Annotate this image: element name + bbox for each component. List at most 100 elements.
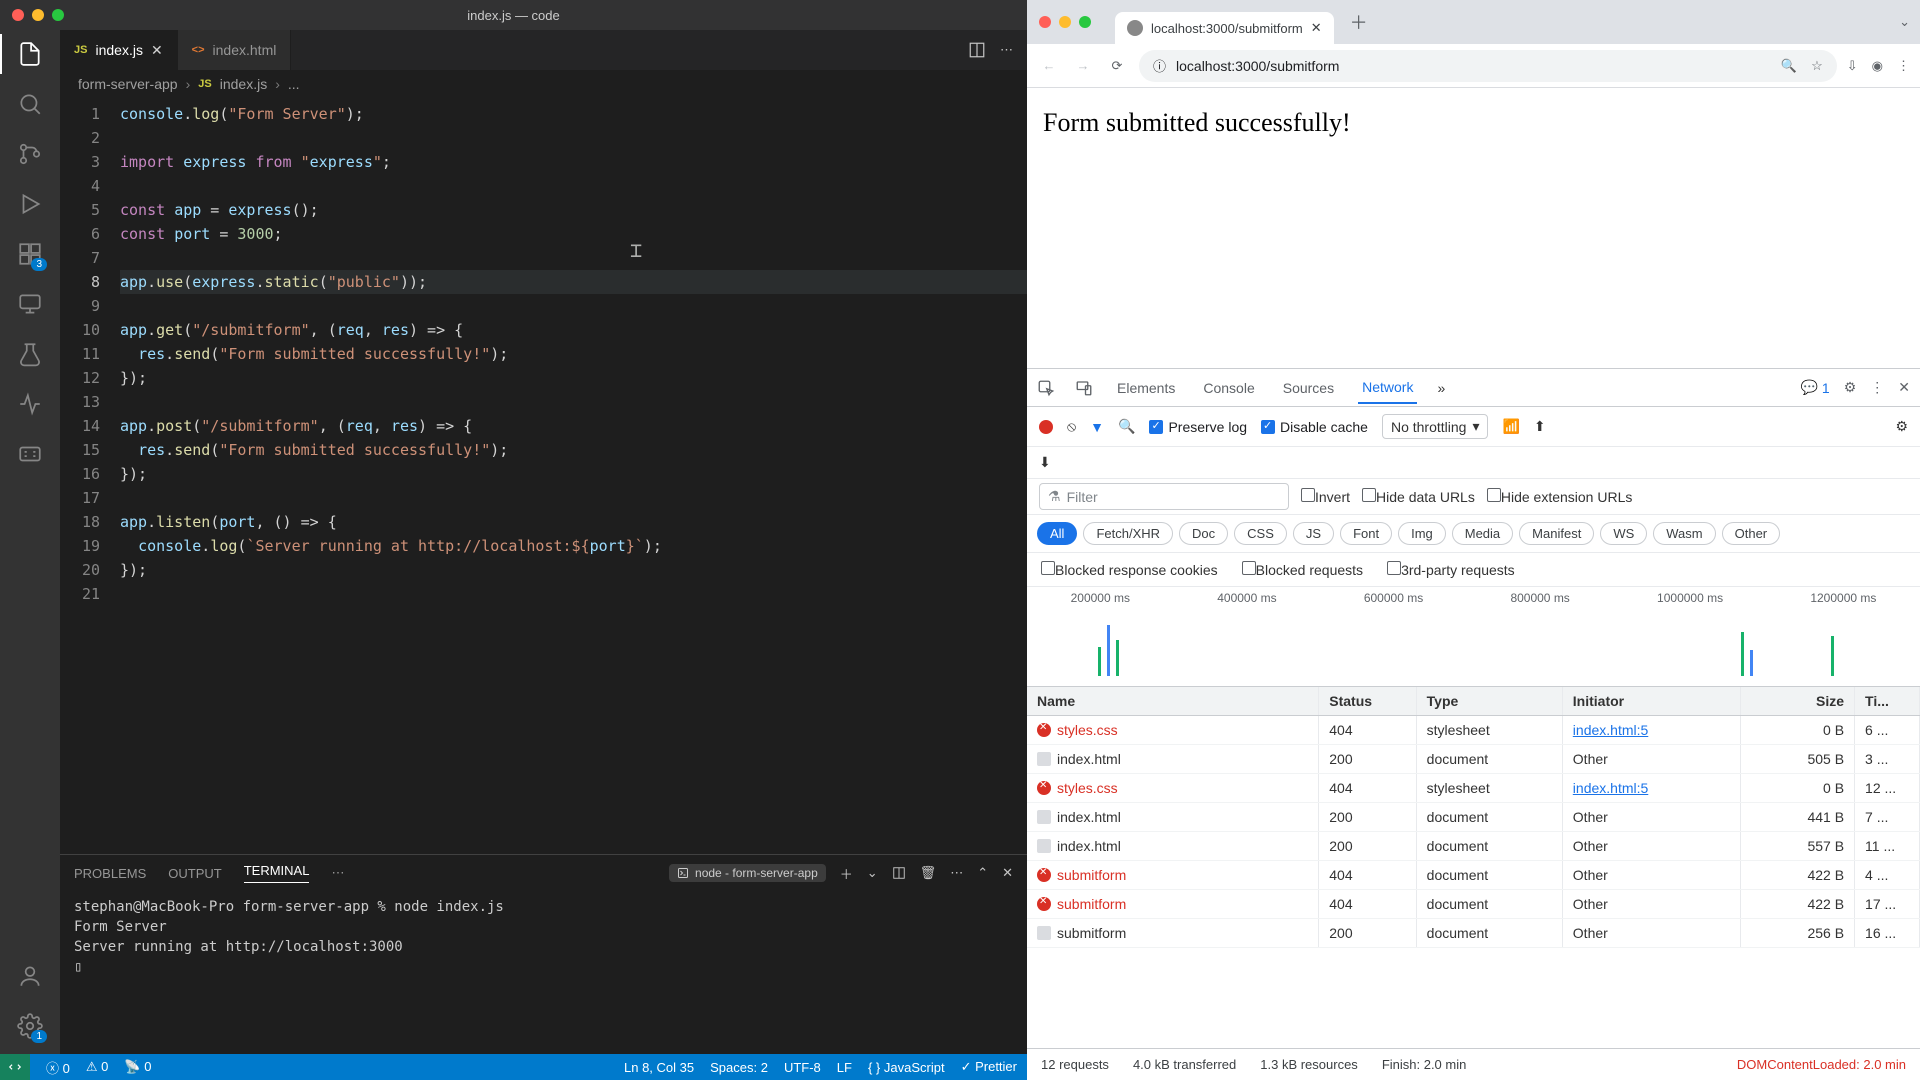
bookmark-icon[interactable]: ☆ — [1811, 58, 1823, 74]
filter-pill-css[interactable]: CSS — [1234, 522, 1287, 545]
download-icon[interactable]: ⇩ — [1847, 58, 1858, 74]
settings-icon[interactable]: ⚙ — [1844, 379, 1857, 396]
col-type[interactable]: Type — [1417, 687, 1563, 715]
ports-count[interactable]: 📡 0 — [124, 1059, 151, 1075]
tab-elements[interactable]: Elements — [1113, 372, 1179, 404]
extensions-icon[interactable]: 3 — [16, 240, 44, 268]
indentation[interactable]: Spaces: 2 — [710, 1060, 768, 1075]
remote-indicator[interactable] — [0, 1054, 30, 1080]
hide-extension-urls-checkbox[interactable]: Hide extension URLs — [1487, 488, 1633, 505]
minimize-window-button[interactable] — [1059, 16, 1071, 28]
filter-pill-other[interactable]: Other — [1722, 522, 1781, 545]
tab-index-html[interactable]: <> index.html — [178, 30, 292, 70]
breadcrumb-file[interactable]: index.js — [220, 76, 267, 92]
network-row[interactable]: styles.css 404 stylesheet index.html:5 0… — [1027, 716, 1920, 745]
network-row[interactable]: submitform 200 document Other 256 B 16 .… — [1027, 919, 1920, 948]
tabs-dropdown-icon[interactable]: ⌄ — [1889, 14, 1920, 30]
eol[interactable]: LF — [837, 1060, 852, 1075]
menu-icon[interactable]: ⋮ — [1897, 58, 1910, 74]
back-button[interactable]: ← — [1037, 58, 1061, 73]
cell-initiator[interactable]: Other — [1563, 890, 1742, 918]
cell-initiator[interactable]: Other — [1563, 745, 1742, 773]
tab-index-js[interactable]: JS index.js ✕ — [60, 30, 178, 70]
invert-checkbox[interactable]: Invert — [1301, 488, 1350, 505]
close-tab-icon[interactable]: ✕ — [151, 42, 163, 59]
search-icon[interactable] — [16, 90, 44, 118]
ports-icon[interactable] — [16, 440, 44, 468]
panel-tab-output[interactable]: OUTPUT — [168, 866, 221, 881]
search-icon[interactable]: 🔍 — [1118, 418, 1135, 435]
waterfall-overview[interactable]: 200000 ms400000 ms600000 ms800000 ms1000… — [1027, 587, 1920, 687]
col-name[interactable]: Name — [1027, 687, 1319, 715]
minimize-window-button[interactable] — [32, 9, 44, 21]
more-tabs-icon[interactable]: » — [1437, 380, 1445, 396]
network-row[interactable]: submitform 404 document Other 422 B 4 ..… — [1027, 861, 1920, 890]
bookmarks-icon[interactable] — [16, 390, 44, 418]
blocked-requests-checkbox[interactable]: Blocked requests — [1242, 561, 1363, 578]
close-window-button[interactable] — [12, 9, 24, 21]
cell-initiator[interactable]: Other — [1563, 919, 1742, 947]
close-panel-icon[interactable]: ✕ — [1002, 865, 1013, 881]
inspect-icon[interactable] — [1037, 379, 1055, 397]
profile-icon[interactable]: ◉ — [1872, 58, 1883, 74]
filter-pill-ws[interactable]: WS — [1600, 522, 1647, 545]
cell-initiator[interactable]: Other — [1563, 832, 1742, 860]
table-header[interactable]: Name Status Type Initiator Size Ti... — [1027, 687, 1920, 716]
breadcrumb-tail[interactable]: ... — [288, 76, 300, 92]
forward-button[interactable]: → — [1071, 58, 1095, 73]
clear-icon[interactable]: ⦸ — [1067, 418, 1076, 435]
filter-pill-doc[interactable]: Doc — [1179, 522, 1228, 545]
code-editor[interactable]: 123456789101112131415161718192021 consol… — [60, 98, 1027, 854]
kill-terminal-icon[interactable]: 🗑 — [920, 865, 937, 881]
more-panel-icon[interactable]: ⋯ — [331, 865, 344, 881]
filter-pill-media[interactable]: Media — [1452, 522, 1513, 545]
language-mode[interactable]: { } JavaScript — [868, 1060, 945, 1075]
issues-badge[interactable]: 💬 1 — [1800, 379, 1829, 396]
terminal-output[interactable]: stephan@MacBook-Pro form-server-app % no… — [60, 891, 1027, 1054]
breadcrumb-root[interactable]: form-server-app — [78, 76, 178, 92]
dock-side-icon[interactable]: ⋮ — [1870, 379, 1884, 396]
throttling-select[interactable]: No throttling ▾ — [1382, 414, 1489, 439]
close-devtools-icon[interactable]: ✕ — [1898, 379, 1910, 396]
network-row[interactable]: index.html 200 document Other 505 B 3 ..… — [1027, 745, 1920, 774]
settings-gear-icon[interactable]: 1 — [16, 1012, 44, 1040]
network-settings-icon[interactable]: ⚙ — [1895, 418, 1908, 435]
split-editor-icon[interactable] — [968, 41, 986, 59]
filter-pill-wasm[interactable]: Wasm — [1653, 522, 1715, 545]
new-terminal-icon[interactable]: ＋ — [840, 864, 853, 883]
warnings-count[interactable]: ⚠ 0 — [86, 1059, 109, 1075]
disable-cache-checkbox[interactable]: Disable cache — [1261, 419, 1368, 435]
breadcrumb[interactable]: form-server-app › JS index.js › ... — [60, 70, 1027, 98]
split-terminal-icon[interactable] — [892, 866, 906, 880]
cell-initiator[interactable]: Other — [1563, 861, 1742, 889]
import-har-icon[interactable]: ⬆ — [1534, 418, 1546, 435]
preserve-log-checkbox[interactable]: Preserve log — [1149, 419, 1247, 435]
network-row[interactable]: styles.css 404 stylesheet index.html:5 0… — [1027, 774, 1920, 803]
prettier-status[interactable]: ✓ Prettier — [961, 1059, 1017, 1075]
errors-count[interactable]: ⓧ 0 — [46, 1058, 70, 1077]
new-tab-button[interactable]: ＋ — [1342, 5, 1376, 39]
filter-pill-fetch/xhr[interactable]: Fetch/XHR — [1083, 522, 1173, 545]
filter-pill-font[interactable]: Font — [1340, 522, 1392, 545]
network-row[interactable]: index.html 200 document Other 557 B 11 .… — [1027, 832, 1920, 861]
filter-pill-img[interactable]: Img — [1398, 522, 1446, 545]
more-actions-icon[interactable]: ⋯ — [1000, 42, 1013, 58]
export-har-icon[interactable]: ⬇ — [1039, 454, 1051, 471]
zoom-icon[interactable]: 🔍 — [1781, 58, 1797, 74]
testing-icon[interactable] — [16, 340, 44, 368]
network-row[interactable]: submitform 404 document Other 422 B 17 .… — [1027, 890, 1920, 919]
terminal-dropdown-icon[interactable]: ⌄ — [867, 865, 878, 881]
col-time[interactable]: Ti... — [1855, 687, 1920, 715]
blocked-cookies-checkbox[interactable]: Blocked response cookies — [1041, 561, 1218, 578]
tab-network[interactable]: Network — [1358, 371, 1417, 404]
encoding[interactable]: UTF-8 — [784, 1060, 821, 1075]
filter-input[interactable]: ⚗ Filter — [1039, 483, 1289, 510]
remote-explorer-icon[interactable] — [16, 290, 44, 318]
cell-initiator[interactable]: Other — [1563, 803, 1742, 831]
col-status[interactable]: Status — [1319, 687, 1416, 715]
col-size[interactable]: Size — [1741, 687, 1855, 715]
maximize-panel-icon[interactable]: ⌃ — [977, 865, 988, 881]
device-toggle-icon[interactable] — [1075, 379, 1093, 397]
browser-tab[interactable]: localhost:3000/submitform ✕ — [1115, 12, 1334, 44]
cell-initiator[interactable]: index.html:5 — [1563, 716, 1742, 744]
